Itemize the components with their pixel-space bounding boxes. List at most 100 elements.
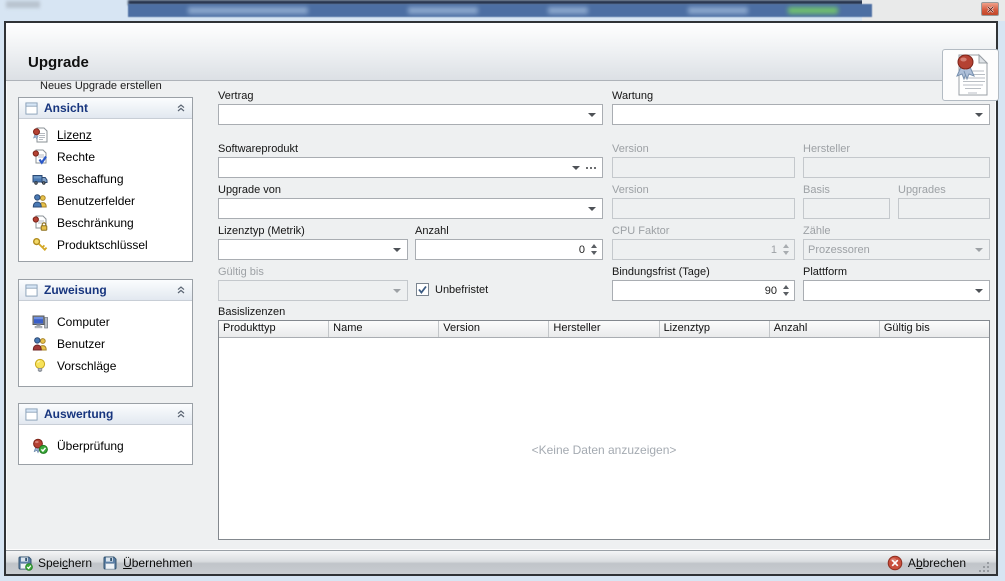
sidebar-item-rechte[interactable]: Rechte [32,146,192,168]
nav-label: Produktschlüssel [57,238,148,252]
column-header-hersteller[interactable]: Hersteller [549,321,660,337]
upgrades-label: Upgrades [898,184,946,196]
anzahl-label: Anzahl [415,225,449,237]
hersteller-field [803,157,990,178]
upgrade-von-combobox[interactable] [218,198,603,219]
spinner-buttons[interactable] [781,285,794,296]
checkbox-box[interactable] [416,283,429,296]
spinner-up-icon [783,244,789,248]
table-header-row: Produkttyp Name Version Hersteller Lizen… [219,321,989,338]
zaehle-value: Prozessoren [808,243,870,256]
group-header-zuweisung[interactable]: Zuweisung [19,280,192,301]
bindungsfrist-spinner[interactable]: 90 [612,280,795,301]
rights-icon [32,149,47,165]
chevron-down-icon [975,288,983,293]
collapse-chevron-icon[interactable] [176,103,186,113]
chevron-down-icon [975,247,983,252]
sidebar-group-auswertung: Auswertung Überprüfung [18,403,193,465]
version-upgrade-label: Version [612,184,649,196]
sidebar-item-lizenz[interactable]: Lizenz [32,124,192,146]
spinner-up-icon[interactable] [591,244,597,248]
nav-label: Benutzerfelder [57,194,136,208]
lizenztyp-combobox[interactable] [218,239,408,260]
vertrag-combobox[interactable] [218,104,603,125]
chevron-down-icon [572,165,580,170]
basis-label: Basis [803,184,830,196]
basislizenzen-table: Produkttyp Name Version Hersteller Lizen… [218,320,990,540]
spinner-down-icon [783,251,789,255]
background-grid-row [128,4,872,17]
collapse-chevron-icon[interactable] [176,285,186,295]
nav-label: Überprüfung [57,439,124,453]
spinner-buttons[interactable] [589,244,602,255]
chevron-down-icon [393,247,401,252]
chevron-down-icon [588,206,596,211]
nav-label: Beschaffung [57,172,124,186]
cancel-button[interactable]: Abbrechen [882,552,971,574]
background-blurred-text [6,1,40,8]
checkbox-check-icon [418,285,427,294]
window-icon [25,101,38,115]
anzahl-value: 0 [578,243,585,256]
basis-field [803,198,890,219]
unbefristet-checkbox[interactable]: Unbefristet [416,283,488,296]
vertrag-label: Vertrag [218,90,254,102]
sidebar-item-benutzer[interactable]: Benutzer [32,333,192,355]
zaehle-combobox: Prozessoren [803,239,990,260]
sidebar-item-benutzerfelder[interactable]: Benutzerfelder [32,190,192,212]
ellipsis-browse-icon[interactable] [586,166,602,169]
restriction-lock-icon [32,215,48,231]
column-header-version[interactable]: Version [439,321,550,337]
sidebar-item-vorschlaege[interactable]: Vorschläge [32,355,192,377]
chevron-down-icon [393,288,401,293]
cpu-faktor-value: 1 [770,243,777,256]
sidebar-group-zuweisung: Zuweisung Computer Benutzer Vorschläge [18,279,193,387]
verify-seal-icon [33,438,48,454]
group-header-auswertung[interactable]: Auswertung [19,404,192,425]
sidebar-item-produktschluessel[interactable]: Produktschlüssel [32,234,192,256]
plattform-combobox[interactable] [803,280,990,301]
footer-toolbar: Speichern Übernehmen Abbrechen [6,550,996,574]
spinner-down-icon[interactable] [783,292,789,296]
users-icon [32,194,47,208]
window-icon [25,283,38,297]
nav-label: Benutzer [57,337,106,351]
resize-grip[interactable] [979,561,990,572]
table-body: <Keine Daten anzuzeigen> [219,338,989,539]
wartung-combobox[interactable] [612,104,990,125]
bindungsfrist-label: Bindungsfrist (Tage) [612,266,710,278]
spinner-down-icon[interactable] [591,251,597,255]
sidebar-item-computer[interactable]: Computer [32,311,192,333]
anzahl-spinner[interactable]: 0 [415,239,603,260]
dialog-header: Upgrade Neues Upgrade erstellen [6,23,999,101]
column-header-lizenztyp[interactable]: Lizenztyp [660,321,770,337]
column-header-anzahl[interactable]: Anzahl [770,321,880,337]
lightbulb-icon [34,358,46,372]
zaehle-label: Zähle [803,225,831,237]
apply-button[interactable]: Übernehmen [97,552,197,574]
apply-icon [103,556,117,569]
hersteller-label: Hersteller [803,143,851,155]
group-title: Ansicht [44,101,89,115]
save-button[interactable]: Speichern [12,552,97,574]
column-header-name[interactable]: Name [329,321,440,337]
plattform-label: Plattform [803,266,848,278]
column-header-produkttyp[interactable]: Produkttyp [219,321,330,337]
sidebar-item-ueberpruefung[interactable]: Überprüfung [32,435,192,457]
spinner-up-icon[interactable] [783,285,789,289]
collapse-chevron-icon[interactable] [176,409,186,419]
close-icon [986,5,994,13]
column-header-gueltig-bis[interactable]: Gültig bis [880,321,989,337]
apply-label: Übernehmen [123,555,193,570]
lizenztyp-label: Lizenztyp (Metrik) [218,225,305,237]
computer-icon [32,315,48,329]
gueltig-bis-combobox [218,280,408,301]
background-close-button[interactable] [981,2,999,16]
sidebar-item-beschaffung[interactable]: Beschaffung [32,168,192,190]
nav-label: Vorschläge [57,359,117,373]
softwareprodukt-combobox[interactable] [218,157,603,178]
sidebar-item-beschraenkung[interactable]: Beschränkung [32,212,192,234]
truck-icon [32,175,48,185]
key-icon [32,237,48,252]
group-header-ansicht[interactable]: Ansicht [19,98,192,119]
